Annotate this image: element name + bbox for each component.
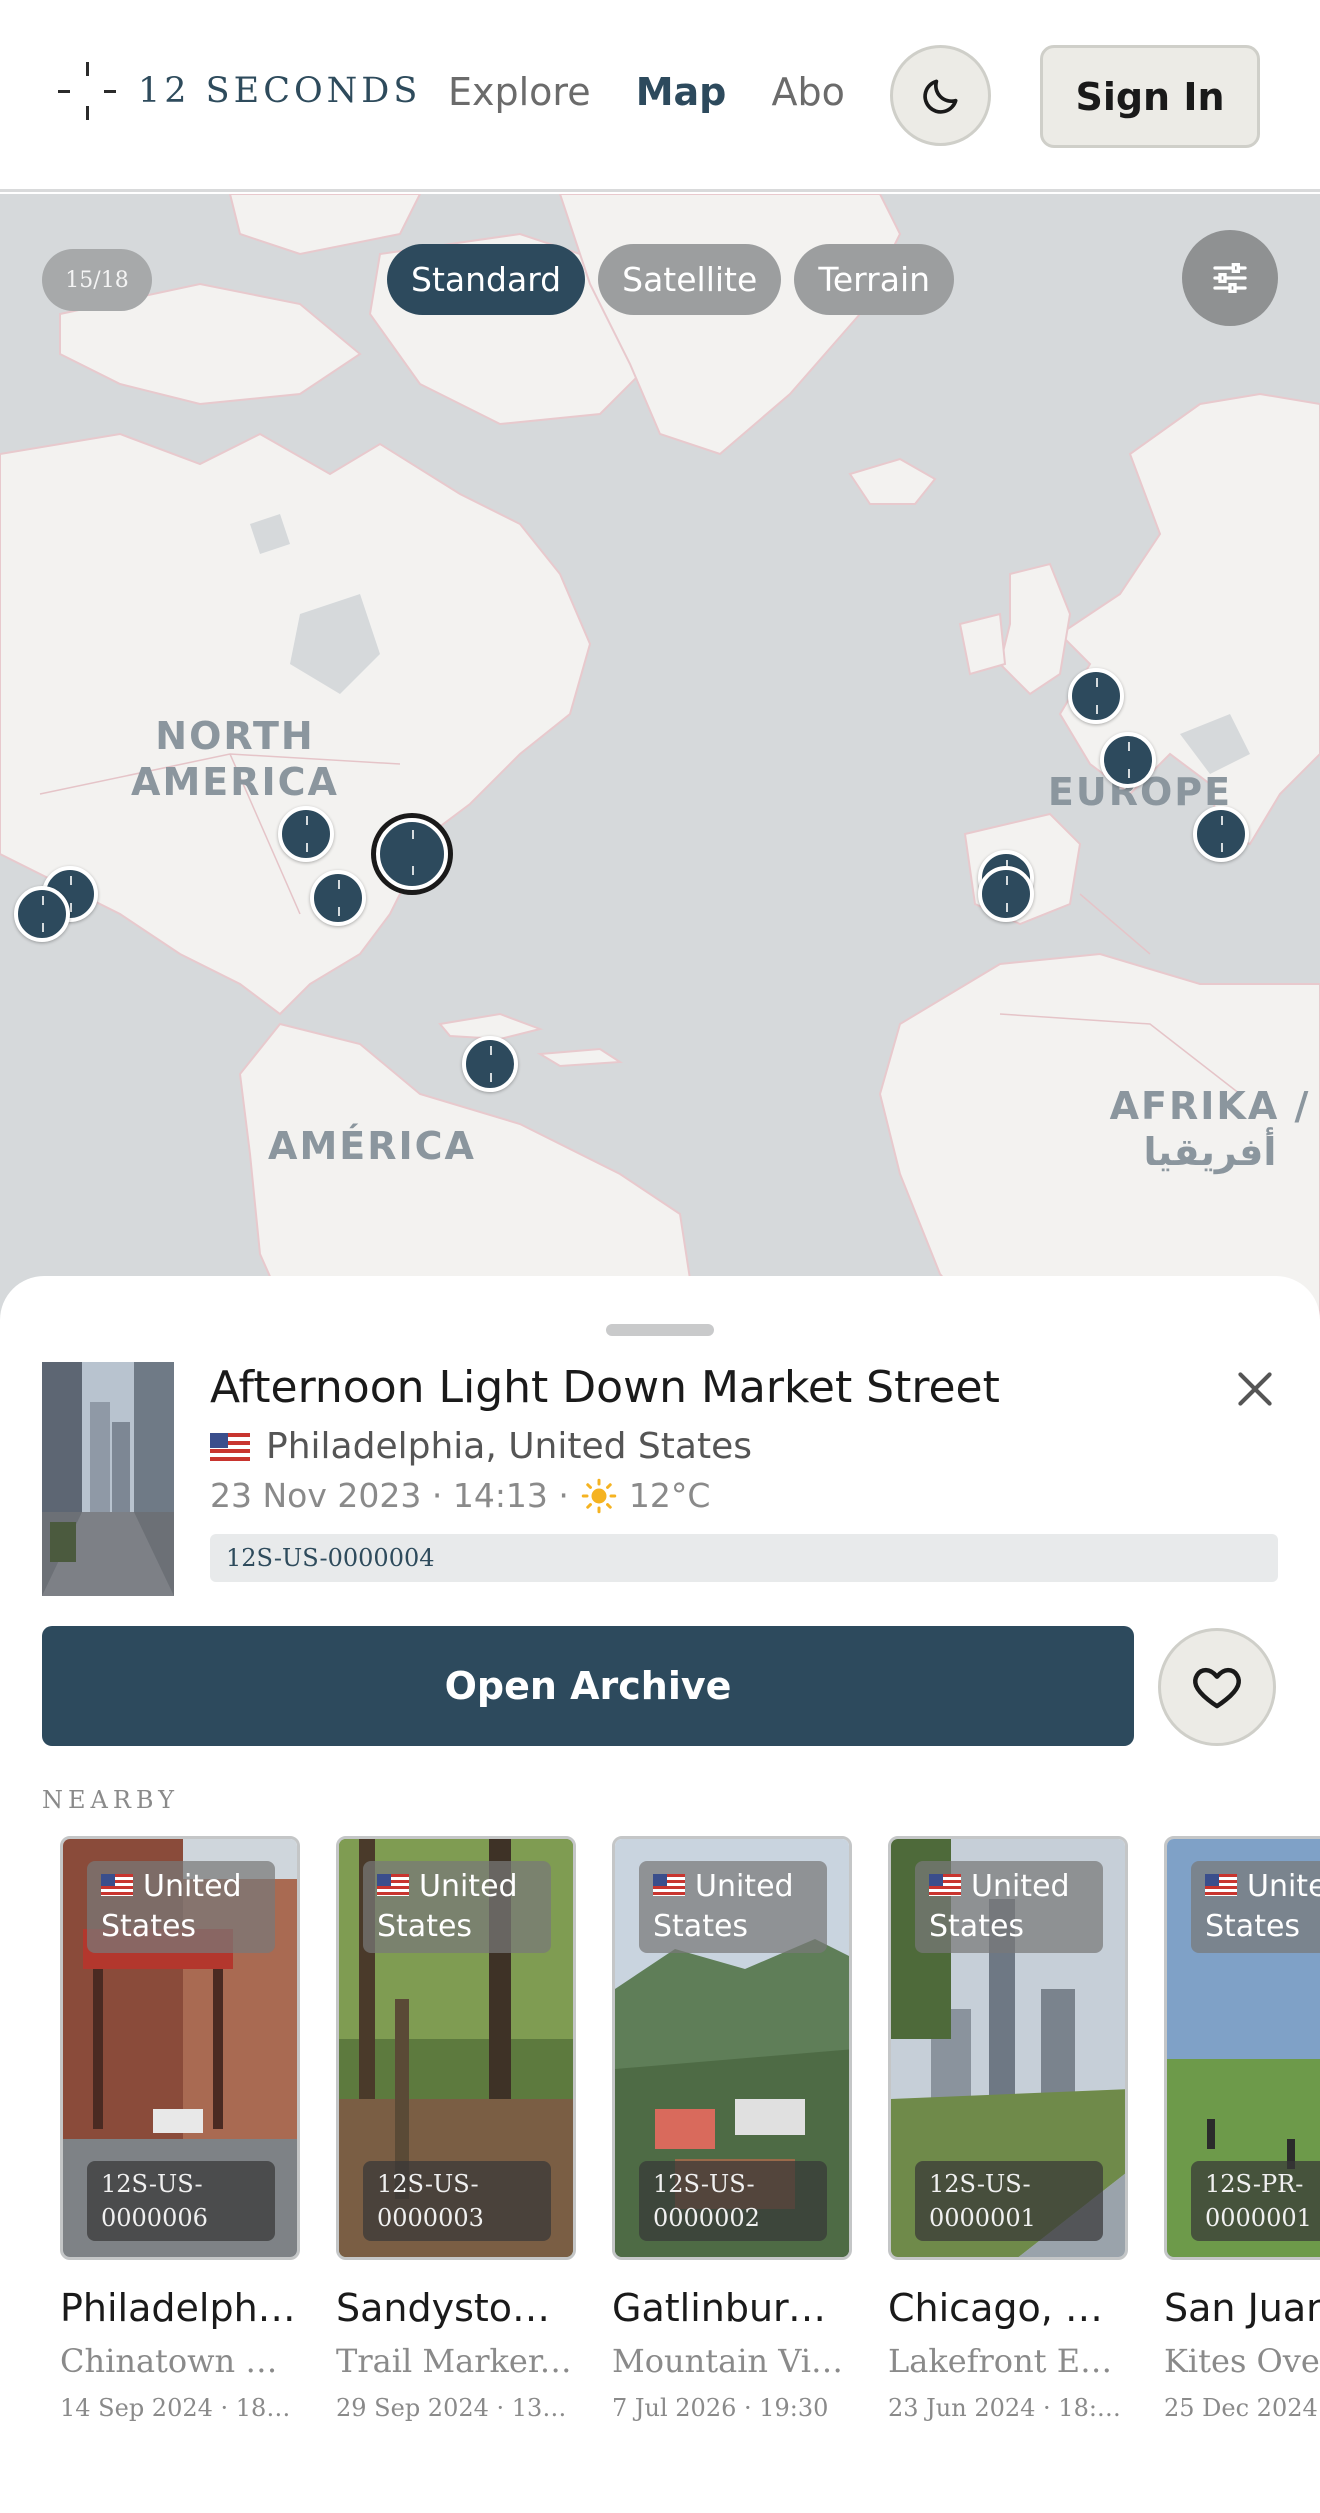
favorite-button[interactable] [1158,1628,1276,1746]
brand-name: 12 SECONDS [138,71,422,111]
map-pin[interactable] [1100,732,1156,788]
nearby-card[interactable]: United States 12S-US- 0000006 Philadelphia… [60,1836,300,2422]
us-flag-icon [101,1874,133,1896]
nearby-card-id: 12S-US- 0000003 [363,2161,551,2241]
archive-location: Philadelphia, United States [210,1426,752,1467]
nearby-card-city: Gatlinburg, United States [612,2286,848,2330]
nearby-heading: NEARBY [42,1786,179,1814]
nearby-card-city: Chicago, United States [888,2286,1124,2330]
sign-in-button[interactable]: Sign In [1040,45,1260,148]
detail-sheet: Afternoon Light Down Market Street Phila… [0,1276,1320,2513]
nearby-card-date: 23 Jun 2024 · 18:00 [888,2394,1124,2422]
map-pin[interactable] [1193,806,1249,862]
map-label-north-america: NORTH AMERICA [131,714,339,804]
archive-meta: 23 Nov 2023 · 14:13 · 12°C [210,1476,710,1515]
nearby-card-country: UnitedStates [1191,1861,1320,1953]
tab-satellite[interactable]: Satellite [598,244,782,315]
nearby-card[interactable]: United States 12S-US- 0000001 Chicago, Uni… [888,1836,1128,2422]
nearby-carousel[interactable]: United States 12S-US- 0000006 Philadelphia… [60,1836,1320,2496]
nav-map[interactable]: Map [636,70,727,114]
nearby-card-country: UnitedStates [87,1861,275,1953]
sun-icon [581,1478,617,1513]
sheet-drag-handle[interactable] [606,1324,714,1336]
nearby-card[interactable]: United States 12S-US- 0000002 Gatlinburg, … [612,1836,852,2422]
map-label-south-america: AMÉRICA [268,1124,476,1168]
map-pin[interactable] [1068,668,1124,724]
brand-logo[interactable]: 12 SECONDS [58,62,421,120]
nearby-card-subtitle: Lakefront Evening [888,2342,1124,2380]
us-flag-icon [210,1432,250,1461]
archive-date: 23 Nov 2023 · 14:13 · [210,1476,569,1515]
us-flag-icon [653,1874,685,1896]
nearby-card-image: UnitedStates 12S-PR-0000001 [1164,1836,1320,2260]
map-pin[interactable] [278,806,334,862]
tab-standard[interactable]: Standard [387,244,586,315]
nearby-card-date: 29 Sep 2024 · 13:00 [336,2394,572,2422]
archive-thumbnail[interactable] [42,1362,174,1596]
map-filter-button[interactable] [1182,230,1278,326]
sliders-icon [1213,263,1247,293]
nearby-card-subtitle: Chinatown Gate [60,2342,296,2380]
nav-about[interactable]: About [771,70,843,114]
open-archive-button[interactable]: Open Archive [42,1626,1134,1746]
top-bar: 12 SECONDS Explore Map About Sign In [0,0,1320,192]
nearby-card-subtitle: Kites Over [1164,2342,1320,2380]
zoom-level-badge: 15/18 [42,249,152,311]
close-sheet-button[interactable] [1230,1364,1280,1414]
nearby-card-image: United States 12S-US- 0000001 [888,1836,1128,2260]
crosshair-logo-icon [58,62,116,120]
main-nav: Explore Map About [448,70,843,126]
us-flag-icon [1205,1874,1237,1896]
map-pin[interactable] [462,1036,518,1092]
nearby-card-date: 25 Dec 2024 [1164,2394,1318,2422]
nearby-card-id: 12S-US- 0000002 [639,2161,827,2241]
nearby-card-country: UnitedStates [639,1861,827,1953]
world-map[interactable]: NORTH AMERICA AMÉRICA EUROPE AFRIKA / أف… [0,194,1320,1344]
nearby-card-image: United States 12S-US- 0000002 [612,1836,852,2260]
nearby-card[interactable]: UnitedStates 12S-PR-0000001 San Juan Kit… [1164,1836,1320,2422]
map-pin[interactable] [978,866,1034,922]
nearby-card-image: United States 12S-US- 0000006 [60,1836,300,2260]
nearby-card-id: 12S-US- 0000006 [87,2161,275,2241]
us-flag-icon [377,1874,409,1896]
map-pin[interactable] [14,886,70,942]
nearby-card-city: Sandyston, United States [336,2286,572,2330]
moon-icon [922,79,957,114]
nearby-card-city: San Juan [1164,2286,1320,2330]
close-icon [1238,1372,1272,1406]
nearby-card-id: 12S-PR- 0000001 [1191,2161,1320,2241]
archive-id-badge: 12S-US-0000004 [210,1534,1278,1582]
nearby-card-country: UnitedStates [363,1861,551,1953]
nearby-card-image: United States 12S-US- 0000003 [336,1836,576,2260]
heart-icon [1193,1667,1241,1709]
nearby-card[interactable]: UnitedStates 12S-US-0000003 Sandyston, U… [336,1836,576,2422]
map-pin[interactable] [310,870,366,926]
nearby-card-city: Philadelphia, United States [60,2286,296,2330]
map-style-tabs: Standard Satellite Terrain [387,244,955,315]
nearby-card-id: 12S-US- 0000001 [915,2161,1103,2241]
map-pin-selected[interactable] [376,818,448,890]
map-label-africa: AFRIKA / أفريقيا [1109,1084,1311,1174]
archive-title: Afternoon Light Down Market Street [210,1362,1000,1413]
tab-terrain[interactable]: Terrain [794,244,955,315]
us-flag-icon [929,1874,961,1896]
archive-temperature: 12°C [628,1476,711,1515]
nav-explore[interactable]: Explore [448,70,591,114]
nearby-card-country: UnitedStates [915,1861,1103,1953]
nearby-card-subtitle: Trail Marker, Forest [336,2342,572,2380]
nearby-card-subtitle: Mountain Village [612,2342,848,2380]
theme-toggle-button[interactable] [890,45,991,146]
nearby-card-date: 14 Sep 2024 · 18:00 [60,2394,296,2422]
nearby-card-date: 7 Jul 2026 · 19:30 [612,2394,829,2422]
